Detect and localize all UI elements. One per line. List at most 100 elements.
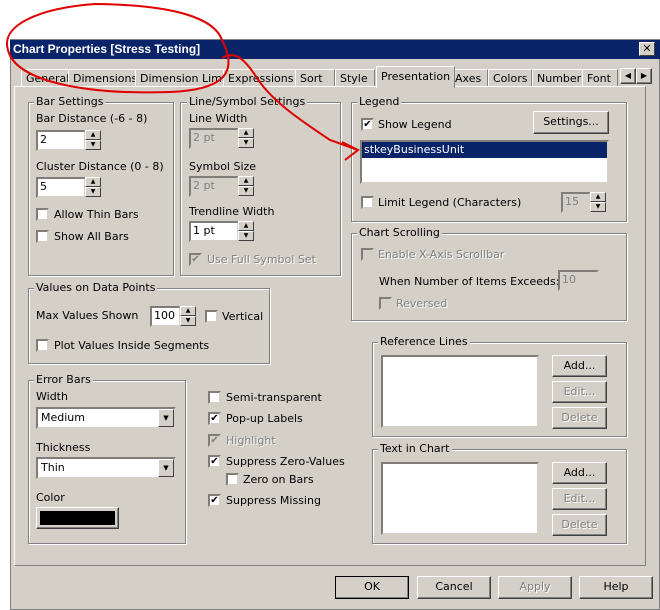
symbol-size-label: Symbol Size — [189, 160, 257, 173]
chart-scrolling-title: Chart Scrolling — [357, 226, 442, 239]
bar-distance-input[interactable]: 2 — [36, 130, 86, 151]
apply-button[interactable]: Apply — [498, 576, 572, 599]
cluster-distance-label: Cluster Distance (0 - 8) — [36, 160, 164, 173]
bar-settings-title: Bar Settings — [34, 95, 106, 108]
line-width-input[interactable]: 2 pt — [189, 128, 239, 149]
bar-distance-spinner[interactable]: ▲ ▼ — [85, 130, 101, 151]
error-width-dropdown[interactable]: Medium ▼ — [36, 407, 176, 429]
trendline-width-input[interactable]: 1 pt — [189, 221, 239, 242]
limit-legend-checkbox[interactable] — [361, 196, 374, 209]
limit-legend-input[interactable]: 15 — [561, 192, 591, 213]
trendline-width-label: Trendline Width — [189, 205, 275, 218]
reference-add-button[interactable]: Add... — [552, 355, 607, 377]
show-all-bars-label: Show All Bars — [54, 230, 129, 243]
tab-colors[interactable]: Colors — [488, 69, 533, 87]
allow-thin-bars-checkbox[interactable] — [36, 208, 49, 221]
title-bar: Chart Properties [Stress Testing] — [10, 40, 660, 59]
tab-presentation[interactable]: Presentation — [376, 66, 456, 88]
vertical-checkbox[interactable] — [205, 310, 218, 323]
suppress-zero-label: Suppress Zero-Values — [226, 455, 345, 468]
zero-on-bars-label: Zero on Bars — [243, 473, 314, 486]
text-add-button[interactable]: Add... — [552, 462, 607, 484]
cluster-distance-input[interactable]: 5 — [36, 177, 86, 198]
limit-legend-spinner[interactable]: ▲ ▼ — [590, 192, 606, 213]
reversed-label: Reversed — [396, 297, 448, 310]
suppress-missing-label: Suppress Missing — [226, 494, 321, 507]
text-in-chart-title: Text in Chart — [378, 442, 452, 455]
tab-scroll-right-button[interactable]: ▶ — [636, 68, 652, 84]
reference-edit-button[interactable]: Edit... — [552, 381, 607, 403]
suppress-zero-checkbox[interactable]: ✔ — [208, 455, 221, 468]
values-on-data-points-title: Values on Data Points — [34, 281, 158, 294]
legend-list-item[interactable]: stkeyBusinessUnit — [362, 142, 607, 158]
close-button[interactable]: ✕ — [639, 42, 655, 56]
tab-sort[interactable]: Sort — [295, 69, 335, 87]
max-values-spinner[interactable]: ▲ ▼ — [180, 306, 196, 327]
ok-button[interactable]: OK — [335, 576, 409, 599]
show-all-bars-checkbox[interactable] — [36, 230, 49, 243]
error-bars-title: Error Bars — [34, 373, 93, 386]
popup-labels-label: Pop-up Labels — [226, 412, 303, 425]
error-color-button[interactable] — [36, 507, 119, 529]
cancel-button[interactable]: Cancel — [417, 576, 491, 599]
trendline-width-spinner[interactable]: ▲ ▼ — [238, 221, 254, 242]
width-label: Width — [36, 390, 68, 403]
tab-general[interactable]: General — [21, 69, 75, 87]
tab-style[interactable]: Style — [335, 69, 375, 87]
text-in-chart-list[interactable] — [381, 462, 539, 535]
tab-axes[interactable]: Axes — [450, 69, 488, 87]
legend-settings-button[interactable]: Settings... — [533, 111, 609, 134]
legend-title: Legend — [357, 95, 402, 108]
line-width-spinner[interactable]: ▲ ▼ — [238, 128, 254, 149]
line-width-label: Line Width — [189, 112, 248, 125]
reference-lines-list[interactable] — [381, 355, 539, 428]
use-full-symbol-set-label: Use Full Symbol Set — [207, 253, 316, 266]
suppress-missing-checkbox[interactable]: ✔ — [208, 494, 221, 507]
error-thickness-dropdown[interactable]: Thin ▼ — [36, 457, 176, 479]
tab-number[interactable]: Number — [532, 69, 587, 87]
when-exceeds-label: When Number of Items Exceeds: — [379, 275, 560, 288]
allow-thin-bars-label: Allow Thin Bars — [54, 208, 139, 221]
semi-transparent-label: Semi-transparent — [226, 391, 322, 404]
tab-font[interactable]: Font — [582, 69, 618, 87]
zero-on-bars-checkbox[interactable] — [226, 473, 239, 486]
reversed-checkbox[interactable] — [379, 297, 392, 310]
chevron-down-icon[interactable]: ▼ — [158, 459, 174, 477]
legend-listbox[interactable]: stkeyBusinessUnit — [360, 140, 609, 184]
text-edit-button[interactable]: Edit... — [552, 488, 607, 510]
vertical-label: Vertical — [222, 310, 264, 323]
tab-expressions[interactable]: Expressions — [223, 69, 299, 87]
enable-scrollbar-label: Enable X-Axis Scrollbar — [378, 248, 505, 261]
values-on-data-points-group — [28, 288, 270, 364]
tab-dimensions[interactable]: Dimensions — [68, 69, 143, 87]
chevron-down-icon[interactable]: ▼ — [158, 409, 174, 427]
show-legend-checkbox[interactable]: ✔ — [361, 118, 374, 131]
max-values-label: Max Values Shown — [36, 309, 139, 322]
semi-transparent-checkbox[interactable] — [208, 391, 221, 404]
plot-inside-label: Plot Values Inside Segments — [54, 339, 210, 352]
reference-lines-title: Reference Lines — [378, 335, 470, 348]
limit-legend-label: Limit Legend (Characters) — [378, 196, 522, 209]
help-button[interactable]: Help — [579, 576, 653, 599]
use-full-symbol-set-checkbox[interactable]: ✔ — [189, 253, 202, 266]
error-width-value: Medium — [41, 411, 85, 424]
tab-scroll-left-button[interactable]: ◀ — [620, 68, 636, 84]
enable-scrollbar-checkbox[interactable] — [361, 248, 374, 261]
line-symbol-title: Line/Symbol Settings — [187, 95, 308, 108]
reference-delete-button[interactable]: Delete — [552, 407, 607, 429]
error-thickness-value: Thin — [41, 461, 65, 474]
highlight-checkbox[interactable]: ✔ — [208, 434, 221, 447]
exceeds-input[interactable]: 10 — [558, 270, 599, 291]
color-swatch — [40, 511, 115, 525]
symbol-size-input[interactable]: 2 pt — [189, 176, 239, 197]
show-legend-label: Show Legend — [378, 118, 452, 131]
plot-inside-checkbox[interactable] — [36, 339, 49, 352]
thickness-label: Thickness — [36, 441, 91, 454]
bar-distance-label: Bar Distance (-6 - 8) — [36, 112, 148, 125]
text-delete-button[interactable]: Delete — [552, 514, 607, 536]
symbol-size-spinner[interactable]: ▲ ▼ — [238, 176, 254, 197]
max-values-input[interactable]: 100 — [150, 306, 181, 327]
color-label: Color — [36, 491, 65, 504]
cluster-distance-spinner[interactable]: ▲ ▼ — [85, 177, 101, 198]
popup-labels-checkbox[interactable]: ✔ — [208, 412, 221, 425]
